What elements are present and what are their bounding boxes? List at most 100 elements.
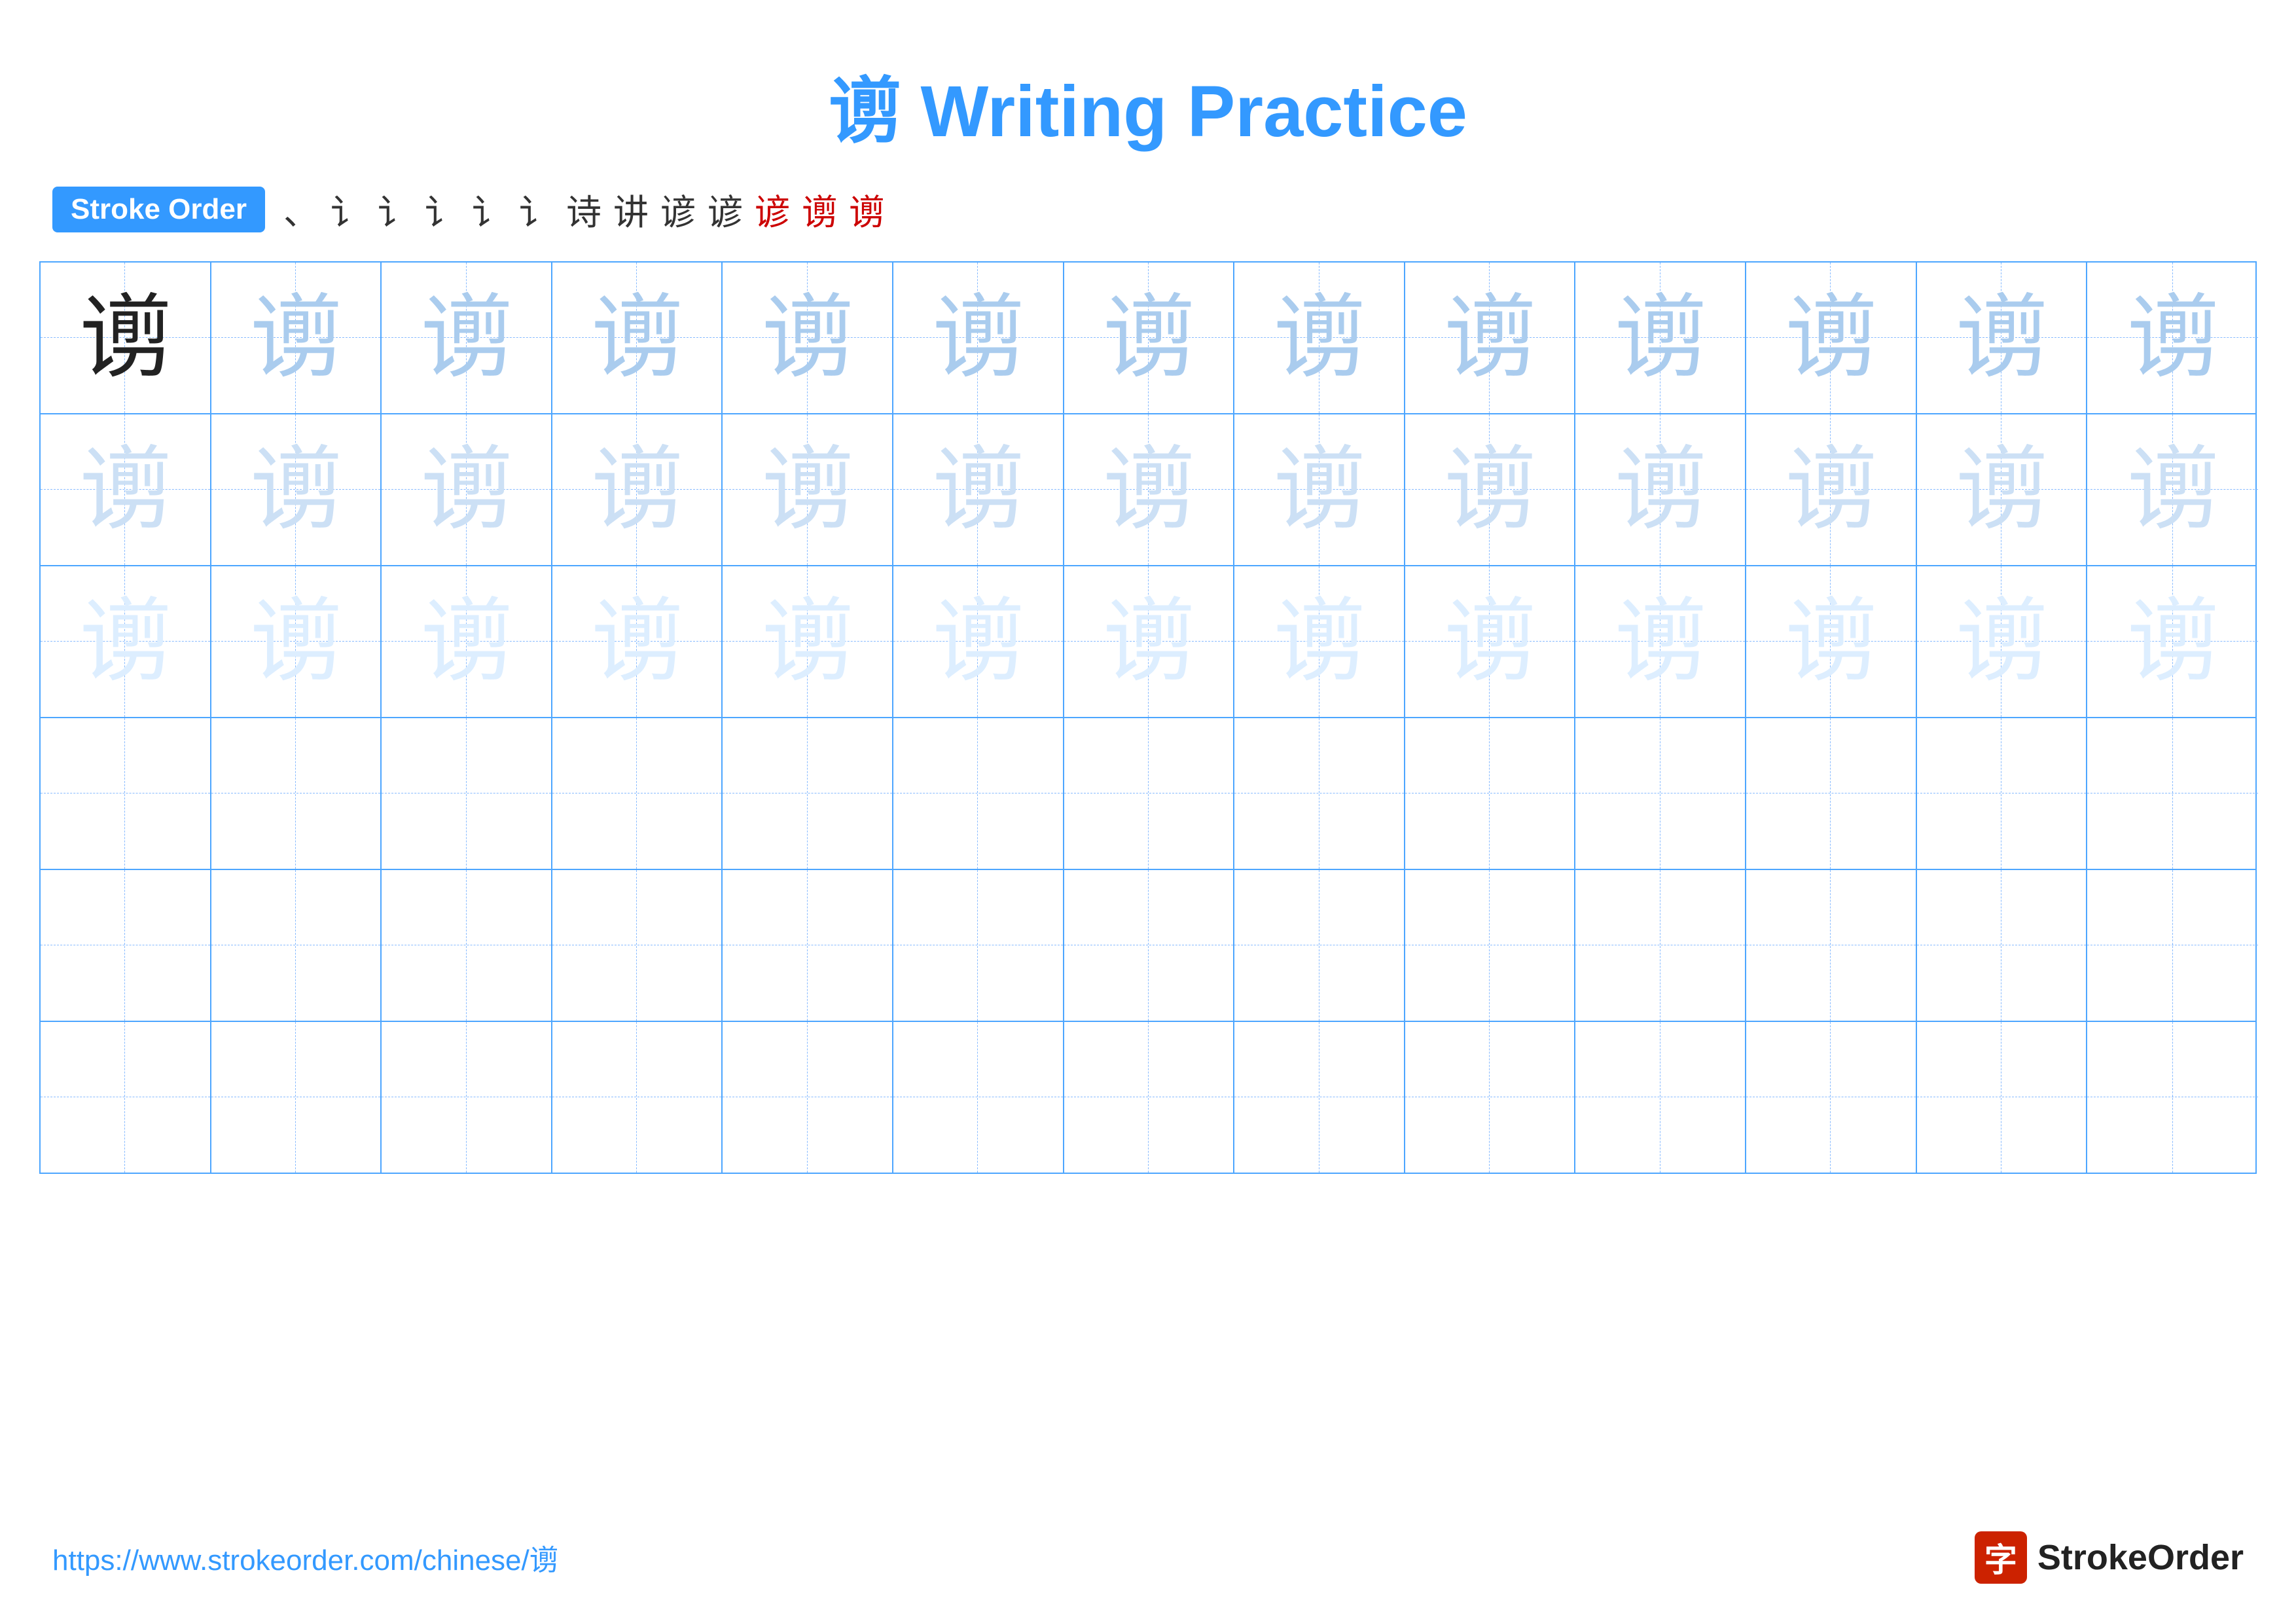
grid-cell-6-7[interactable] [1064,1022,1235,1173]
grid-cell-2-6: 谫 [893,414,1064,565]
char-display: 谫 [1785,596,1876,687]
stroke-step-2: 讠 [331,183,366,235]
grid-cell-5-9[interactable] [1405,870,1576,1021]
stroke-step-11: 谚 [755,183,790,235]
grid-cell-4-3[interactable] [382,718,552,869]
grid-cell-6-1[interactable] [41,1022,211,1173]
grid-cell-4-9[interactable] [1405,718,1576,869]
char-display: 谫 [591,596,683,687]
grid-cell-3-5: 谫 [723,566,893,717]
grid-cell-4-2[interactable] [211,718,382,869]
grid-cell-3-10: 谫 [1575,566,1746,717]
grid-row-1: 谫 谫 谫 谫 谫 谫 谫 谫 谫 谫 谫 谫 谫 [41,263,2255,414]
grid-cell-1-3: 谫 [382,263,552,413]
grid-cell-5-13[interactable] [2087,870,2258,1021]
grid-cell-4-13[interactable] [2087,718,2258,869]
grid-cell-6-4[interactable] [552,1022,723,1173]
stroke-step-5: 讠 [472,183,507,235]
grid-cell-5-11[interactable] [1746,870,1917,1021]
grid-cell-2-8: 谫 [1234,414,1405,565]
grid-cell-5-1[interactable] [41,870,211,1021]
grid-row-4 [41,718,2255,870]
grid-cell-3-1: 谫 [41,566,211,717]
grid-cell-5-12[interactable] [1917,870,2088,1021]
grid-cell-4-7[interactable] [1064,718,1235,869]
grid-cell-2-1: 谫 [41,414,211,565]
footer-url: https://www.strokeorder.com/chinese/谫 [52,1537,558,1578]
grid-cell-6-9[interactable] [1405,1022,1576,1173]
grid-cell-1-7: 谫 [1064,263,1235,413]
grid-cell-6-6[interactable] [893,1022,1064,1173]
char-display: 谫 [2127,444,2219,536]
grid-cell-5-6[interactable] [893,870,1064,1021]
char-display: 谫 [2127,292,2219,384]
grid-cell-6-12[interactable] [1917,1022,2088,1173]
grid-cell-6-8[interactable] [1234,1022,1405,1173]
char-display: 谫 [1103,596,1194,687]
grid-cell-2-9: 谫 [1405,414,1576,565]
grid-cell-6-5[interactable] [723,1022,893,1173]
grid-cell-3-8: 谫 [1234,566,1405,717]
grid-cell-1-6: 谫 [893,263,1064,413]
char-display: 谫 [932,596,1024,687]
grid-cell-1-13: 谫 [2087,263,2258,413]
char-display: 谫 [1274,444,1365,536]
grid-cell-5-10[interactable] [1575,870,1746,1021]
char-display: 谫 [421,596,512,687]
char-display: 谫 [79,292,171,384]
grid-cell-6-3[interactable] [382,1022,552,1173]
stroke-step-13: 谫 [849,183,884,235]
grid-cell-1-9: 谫 [1405,263,1576,413]
char-display: 谫 [1444,596,1535,687]
char-display: 谫 [1444,292,1535,384]
char-display: 谫 [1785,292,1876,384]
grid-cell-3-9: 谫 [1405,566,1576,717]
grid-cell-4-8[interactable] [1234,718,1405,869]
grid-cell-2-11: 谫 [1746,414,1917,565]
char-display: 谫 [762,292,853,384]
grid-cell-2-4: 谫 [552,414,723,565]
stroke-step-7: 诗 [566,183,601,235]
grid-cell-4-6[interactable] [893,718,1064,869]
stroke-step-1: 、 [283,183,319,235]
grid-cell-6-13[interactable] [2087,1022,2258,1173]
grid-cell-4-12[interactable] [1917,718,2088,869]
grid-cell-2-13: 谫 [2087,414,2258,565]
grid-cell-5-2[interactable] [211,870,382,1021]
grid-cell-5-7[interactable] [1064,870,1235,1021]
grid-cell-5-3[interactable] [382,870,552,1021]
grid-cell-1-4: 谫 [552,263,723,413]
title-rest: Writing Practice [901,71,1467,152]
char-display: 谫 [1956,596,2047,687]
char-display: 谫 [250,596,342,687]
stroke-steps: 、 讠 讠 讠 讠 讠 诗 讲 谚 谚 谚 谫 谫 [283,183,884,235]
char-display: 谫 [79,444,171,536]
grid-cell-1-10: 谫 [1575,263,1746,413]
char-display: 谫 [1956,292,2047,384]
grid-cell-6-2[interactable] [211,1022,382,1173]
char-display: 谫 [1615,596,1706,687]
grid-cell-6-10[interactable] [1575,1022,1746,1173]
char-display: 谫 [250,444,342,536]
grid-cell-4-10[interactable] [1575,718,1746,869]
grid-cell-5-8[interactable] [1234,870,1405,1021]
grid-cell-4-4[interactable] [552,718,723,869]
grid-cell-1-2: 谫 [211,263,382,413]
char-display: 谫 [421,444,512,536]
grid-cell-3-2: 谫 [211,566,382,717]
char-display: 谫 [591,292,683,384]
char-display: 谫 [1274,292,1365,384]
grid-cell-3-13: 谫 [2087,566,2258,717]
grid-cell-4-1[interactable] [41,718,211,869]
grid-cell-5-5[interactable] [723,870,893,1021]
grid-cell-6-11[interactable] [1746,1022,1917,1173]
char-display: 谫 [1444,444,1535,536]
char-display: 谫 [79,596,171,687]
stroke-step-3: 讠 [378,183,413,235]
grid-cell-4-5[interactable] [723,718,893,869]
grid-cell-1-5: 谫 [723,263,893,413]
grid-cell-4-11[interactable] [1746,718,1917,869]
grid-cell-5-4[interactable] [552,870,723,1021]
logo-icon: 字 [1975,1531,2027,1584]
grid-row-3: 谫 谫 谫 谫 谫 谫 谫 谫 谫 谫 谫 谫 谫 [41,566,2255,718]
